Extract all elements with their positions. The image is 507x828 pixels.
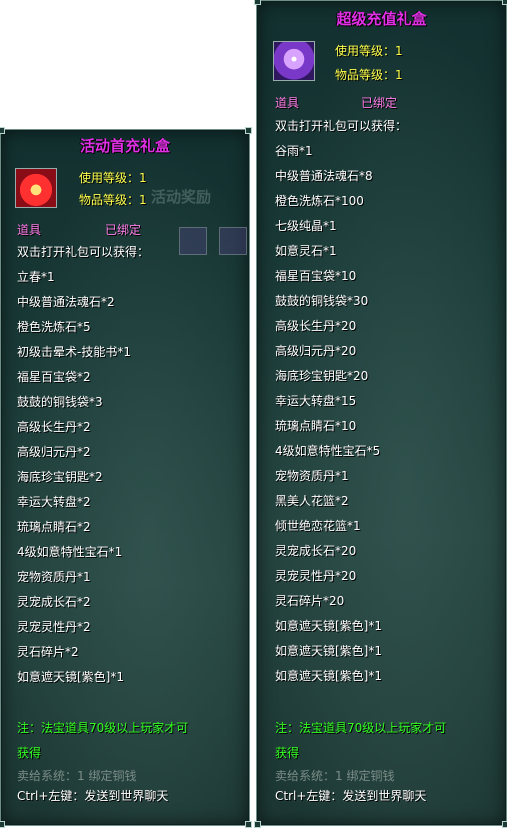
reward-item: 黑美人花篮*2 — [275, 494, 349, 508]
tooltip-title: 活动首充礼盒 — [79, 137, 170, 155]
background-banner-text: 活动奖励 — [151, 188, 212, 206]
item-level: 物品等级：1 — [335, 68, 403, 82]
reward-item: 灵宠成长石*2 — [17, 595, 91, 609]
chat-share-hint: Ctrl+左键：发送到世界聊天 — [17, 789, 169, 803]
item-tooltip-left: 活动奖励 活动首充礼盒 使用等级：1 物品等级：1 道具 已绑定 双击打开礼包可… — [0, 127, 252, 828]
reward-item: 宠物资质丹*1 — [17, 570, 91, 584]
reward-item: 橙色洗炼石*100 — [275, 194, 364, 208]
reward-item: 灵宠灵性丹*20 — [275, 569, 357, 583]
note-line: 注：法宝道具70级以上玩家才可 — [17, 721, 189, 735]
item-category: 道具 — [275, 96, 300, 110]
background-slot — [179, 227, 207, 255]
note-line: 注：法宝道具70级以上玩家才可 — [275, 721, 447, 735]
note-line: 获得 — [275, 746, 300, 760]
open-intro: 双击打开礼包可以获得： — [275, 119, 408, 133]
reward-item: 倾世绝恋花篮*1 — [275, 519, 361, 533]
reward-item: 幸运大转盘*15 — [275, 394, 357, 408]
reward-item: 4级如意特性宝石*5 — [275, 444, 381, 458]
red-gift-box-icon — [15, 168, 57, 208]
reward-item: 海底珍宝钥匙*20 — [275, 369, 369, 383]
reward-item: 七级纯晶*1 — [275, 219, 337, 233]
reward-item: 中级普通法魂石*2 — [17, 295, 115, 309]
item-tooltip-right: 超级充值礼盒 使用等级：1 物品等级：1 道具 已绑定 双击打开礼包可以获得： … — [254, 0, 507, 828]
item-level: 物品等级：1 — [79, 193, 147, 207]
reward-item: 初级击晕术-技能书*1 — [17, 345, 131, 359]
reward-item: 立春*1 — [17, 270, 55, 284]
use-level: 使用等级：1 — [335, 44, 403, 58]
sell-price: 卖给系统：1 绑定铜钱 — [17, 769, 137, 783]
reward-item: 4级如意特性宝石*1 — [17, 545, 123, 559]
reward-item: 琉璃点睛石*10 — [275, 419, 357, 433]
reward-item: 如意灵石*1 — [275, 244, 337, 258]
item-category: 道具 — [17, 223, 42, 237]
background-slot — [219, 227, 247, 255]
reward-item: 宠物资质丹*1 — [275, 469, 349, 483]
reward-item: 如意遮天镜[紫色]*1 — [275, 644, 382, 658]
reward-item: 高级长生丹*2 — [17, 420, 91, 434]
sell-price: 卖给系统：1 绑定铜钱 — [275, 769, 395, 783]
reward-item: 灵石碎片*2 — [17, 645, 79, 659]
reward-item: 中级普通法魂石*8 — [275, 169, 373, 183]
reward-item: 灵宠灵性丹*2 — [17, 620, 91, 634]
reward-item: 灵石碎片*20 — [275, 594, 345, 608]
reward-item: 如意遮天镜[紫色]*1 — [275, 619, 382, 633]
level-restriction-note: 注：法宝道具70级以上玩家才可 获得 — [275, 716, 495, 766]
open-intro: 双击打开礼包可以获得： — [17, 245, 150, 259]
chat-share-hint: Ctrl+左键：发送到世界聊天 — [275, 789, 427, 803]
reward-item: 高级长生丹*20 — [275, 319, 357, 333]
reward-item: 如意遮天镜[紫色]*1 — [17, 670, 124, 684]
bind-status: 已绑定 — [105, 223, 142, 237]
bind-status: 已绑定 — [361, 96, 398, 110]
note-line: 获得 — [17, 746, 42, 760]
use-level: 使用等级：1 — [79, 171, 147, 185]
reward-item: 鼓鼓的铜钱袋*30 — [275, 294, 369, 308]
reward-item: 谷雨*1 — [275, 144, 313, 158]
reward-item: 橙色洗炼石*5 — [17, 320, 91, 334]
reward-item: 高级归元丹*20 — [275, 344, 357, 358]
level-restriction-note: 注：法宝道具70级以上玩家才可 获得 — [17, 716, 237, 766]
reward-item: 福星百宝袋*2 — [17, 370, 91, 384]
reward-item: 琉璃点睛石*2 — [17, 520, 91, 534]
reward-item: 如意遮天镜[紫色]*1 — [275, 669, 382, 683]
reward-item: 幸运大转盘*2 — [17, 495, 91, 509]
reward-item: 鼓鼓的铜钱袋*3 — [17, 395, 103, 409]
reward-item: 灵宠成长石*20 — [275, 544, 357, 558]
tooltip-title: 超级充值礼盒 — [336, 10, 427, 28]
reward-item: 高级归元丹*2 — [17, 445, 91, 459]
reward-item: 海底珍宝钥匙*2 — [17, 470, 103, 484]
reward-item: 福星百宝袋*10 — [275, 269, 357, 283]
purple-gift-box-icon — [273, 41, 315, 81]
